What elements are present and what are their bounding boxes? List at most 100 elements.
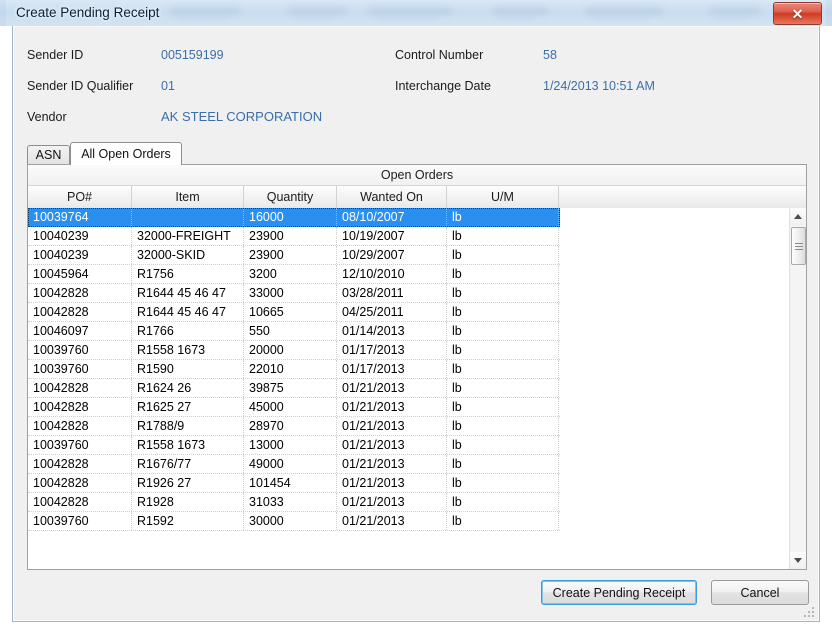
table-cell-po[interactable]: 10040239 bbox=[28, 246, 132, 264]
table-cell-um[interactable]: lb bbox=[447, 303, 559, 321]
table-cell-um[interactable]: lb bbox=[447, 493, 559, 511]
table-cell-wanted[interactable]: 10/19/2007 bbox=[337, 227, 447, 245]
table-cell-item[interactable]: R1590 bbox=[132, 360, 244, 378]
table-cell-po[interactable]: 10042828 bbox=[28, 417, 132, 435]
table-cell-wanted[interactable]: 04/25/2011 bbox=[337, 303, 447, 321]
table-cell-qty[interactable]: 22010 bbox=[244, 360, 337, 378]
table-row[interactable]: 10045964 R1756 3200 12/10/2010 lb bbox=[28, 265, 560, 284]
table-cell-wanted[interactable]: 01/21/2013 bbox=[337, 474, 447, 492]
table-cell-item[interactable]: R1766 bbox=[132, 322, 244, 340]
table-cell-um[interactable]: lb bbox=[447, 398, 559, 416]
table-cell-qty[interactable]: 31033 bbox=[244, 493, 337, 511]
table-cell-qty[interactable]: 20000 bbox=[244, 341, 337, 359]
table-cell-item[interactable]: R1592 bbox=[132, 512, 244, 530]
table-cell-qty[interactable]: 33000 bbox=[244, 284, 337, 302]
table-cell-um[interactable]: lb bbox=[447, 227, 559, 245]
table-cell-qty[interactable]: 16000 bbox=[244, 208, 337, 226]
table-row[interactable]: 10042828 R1644 45 46 47 33000 03/28/2011 lb bbox=[28, 284, 560, 303]
table-cell-item[interactable]: R1756 bbox=[132, 265, 244, 283]
table-cell-po[interactable]: 10046097 bbox=[28, 322, 132, 340]
table-cell-item[interactable]: R1625 27 bbox=[132, 398, 244, 416]
table-cell-wanted[interactable]: 01/17/2013 bbox=[337, 341, 447, 359]
table-cell-wanted[interactable]: 01/14/2013 bbox=[337, 322, 447, 340]
table-cell-item[interactable]: R1644 45 46 47 bbox=[132, 303, 244, 321]
table-cell-um[interactable]: lb bbox=[447, 360, 559, 378]
table-cell-po[interactable]: 10042828 bbox=[28, 284, 132, 302]
tab-asn[interactable]: ASN bbox=[27, 145, 70, 164]
table-row[interactable]: 10042828 R1928 31033 01/21/2013 lb bbox=[28, 493, 560, 512]
table-cell-wanted[interactable]: 01/21/2013 bbox=[337, 417, 447, 435]
table-cell-qty[interactable]: 101454 bbox=[244, 474, 337, 492]
table-cell-qty[interactable]: 45000 bbox=[244, 398, 337, 416]
resize-grip-icon[interactable] bbox=[804, 607, 816, 619]
table-row[interactable]: 10042828 R1788/9 28970 01/21/2013 lb bbox=[28, 417, 560, 436]
table-cell-po[interactable]: 10042828 bbox=[28, 455, 132, 473]
close-button[interactable]: ✕ bbox=[773, 2, 822, 25]
table-cell-po[interactable]: 10039760 bbox=[28, 341, 132, 359]
grid-body[interactable]: 10039764 16000 08/10/2007 lb 10040239 32000-F… bbox=[28, 208, 806, 569]
table-cell-qty[interactable]: 23900 bbox=[244, 246, 337, 264]
table-cell-po[interactable]: 10040239 bbox=[28, 227, 132, 245]
table-cell-qty[interactable]: 23900 bbox=[244, 227, 337, 245]
table-cell-wanted[interactable]: 12/10/2010 bbox=[337, 265, 447, 283]
table-cell-um[interactable]: lb bbox=[447, 208, 559, 226]
table-cell-um[interactable]: lb bbox=[447, 512, 559, 530]
table-cell-wanted[interactable]: 08/10/2007 bbox=[337, 208, 447, 226]
table-cell-item[interactable]: R1926 27 bbox=[132, 474, 244, 492]
create-pending-receipt-button[interactable]: Create Pending Receipt bbox=[541, 580, 697, 605]
table-cell-item[interactable]: R1644 45 46 47 bbox=[132, 284, 244, 302]
table-cell-qty[interactable]: 550 bbox=[244, 322, 337, 340]
table-cell-item[interactable] bbox=[132, 208, 244, 226]
table-row[interactable]: 10039760 R1558 1673 13000 01/21/2013 lb bbox=[28, 436, 560, 455]
table-cell-wanted[interactable]: 01/21/2013 bbox=[337, 398, 447, 416]
table-cell-wanted[interactable]: 01/21/2013 bbox=[337, 512, 447, 530]
table-row[interactable]: 10042828 R1926 27 101454 01/21/2013 lb bbox=[28, 474, 560, 493]
table-row[interactable]: 10042828 R1625 27 45000 01/21/2013 lb bbox=[28, 398, 560, 417]
table-cell-um[interactable]: lb bbox=[447, 322, 559, 340]
table-cell-wanted[interactable]: 01/17/2013 bbox=[337, 360, 447, 378]
table-cell-item[interactable]: 32000-FREIGHT bbox=[132, 227, 244, 245]
table-cell-um[interactable]: lb bbox=[447, 246, 559, 264]
grid-vertical-scrollbar[interactable] bbox=[789, 208, 806, 569]
table-cell-wanted[interactable]: 03/28/2011 bbox=[337, 284, 447, 302]
table-cell-um[interactable]: lb bbox=[447, 341, 559, 359]
table-cell-wanted[interactable]: 01/21/2013 bbox=[337, 455, 447, 473]
table-row[interactable]: 10042828 R1676/77 49000 01/21/2013 lb bbox=[28, 455, 560, 474]
cancel-button[interactable]: Cancel bbox=[711, 580, 809, 605]
table-cell-um[interactable]: lb bbox=[447, 265, 559, 283]
table-cell-wanted[interactable]: 01/21/2013 bbox=[337, 436, 447, 454]
table-row[interactable]: 10039760 R1592 30000 01/21/2013 lb bbox=[28, 512, 560, 531]
scroll-down-arrow-icon[interactable] bbox=[790, 552, 806, 569]
table-cell-qty[interactable]: 10665 bbox=[244, 303, 337, 321]
table-row[interactable]: 10040239 32000-FREIGHT 23900 10/19/2007 lb bbox=[28, 227, 560, 246]
table-cell-item[interactable]: R1624 26 bbox=[132, 379, 244, 397]
table-cell-qty[interactable]: 28970 bbox=[244, 417, 337, 435]
table-row[interactable]: 10046097 R1766 550 01/14/2013 lb bbox=[28, 322, 560, 341]
table-cell-wanted[interactable]: 01/21/2013 bbox=[337, 379, 447, 397]
table-cell-qty[interactable]: 30000 bbox=[244, 512, 337, 530]
title-bar[interactable]: Create Pending Receipt ✕ bbox=[6, 0, 826, 26]
table-cell-po[interactable]: 10042828 bbox=[28, 303, 132, 321]
table-cell-po[interactable]: 10039764 bbox=[28, 208, 132, 226]
table-cell-po[interactable]: 10039760 bbox=[28, 360, 132, 378]
table-cell-po[interactable]: 10042828 bbox=[28, 398, 132, 416]
table-row[interactable]: 10039760 R1558 1673 20000 01/17/2013 lb bbox=[28, 341, 560, 360]
table-cell-item[interactable]: R1676/77 bbox=[132, 455, 244, 473]
table-row[interactable]: 10040239 32000-SKID 23900 10/29/2007 lb bbox=[28, 246, 560, 265]
table-row[interactable]: 10042828 R1644 45 46 47 10665 04/25/2011 lb bbox=[28, 303, 560, 322]
table-cell-item[interactable]: R1558 1673 bbox=[132, 341, 244, 359]
table-cell-item[interactable]: R1788/9 bbox=[132, 417, 244, 435]
table-cell-wanted[interactable]: 10/29/2007 bbox=[337, 246, 447, 264]
table-row[interactable]: 10042828 R1624 26 39875 01/21/2013 lb bbox=[28, 379, 560, 398]
table-cell-um[interactable]: lb bbox=[447, 284, 559, 302]
tab-all-open-orders[interactable]: All Open Orders bbox=[70, 142, 182, 165]
table-cell-item[interactable]: R1558 1673 bbox=[132, 436, 244, 454]
table-cell-qty[interactable]: 49000 bbox=[244, 455, 337, 473]
table-cell-qty[interactable]: 13000 bbox=[244, 436, 337, 454]
table-cell-qty[interactable]: 3200 bbox=[244, 265, 337, 283]
table-cell-um[interactable]: lb bbox=[447, 455, 559, 473]
table-cell-po[interactable]: 10042828 bbox=[28, 474, 132, 492]
grid-column-header-item[interactable]: Item bbox=[132, 186, 244, 208]
table-cell-po[interactable]: 10045964 bbox=[28, 265, 132, 283]
grid-column-header-quantity[interactable]: Quantity bbox=[244, 186, 337, 208]
